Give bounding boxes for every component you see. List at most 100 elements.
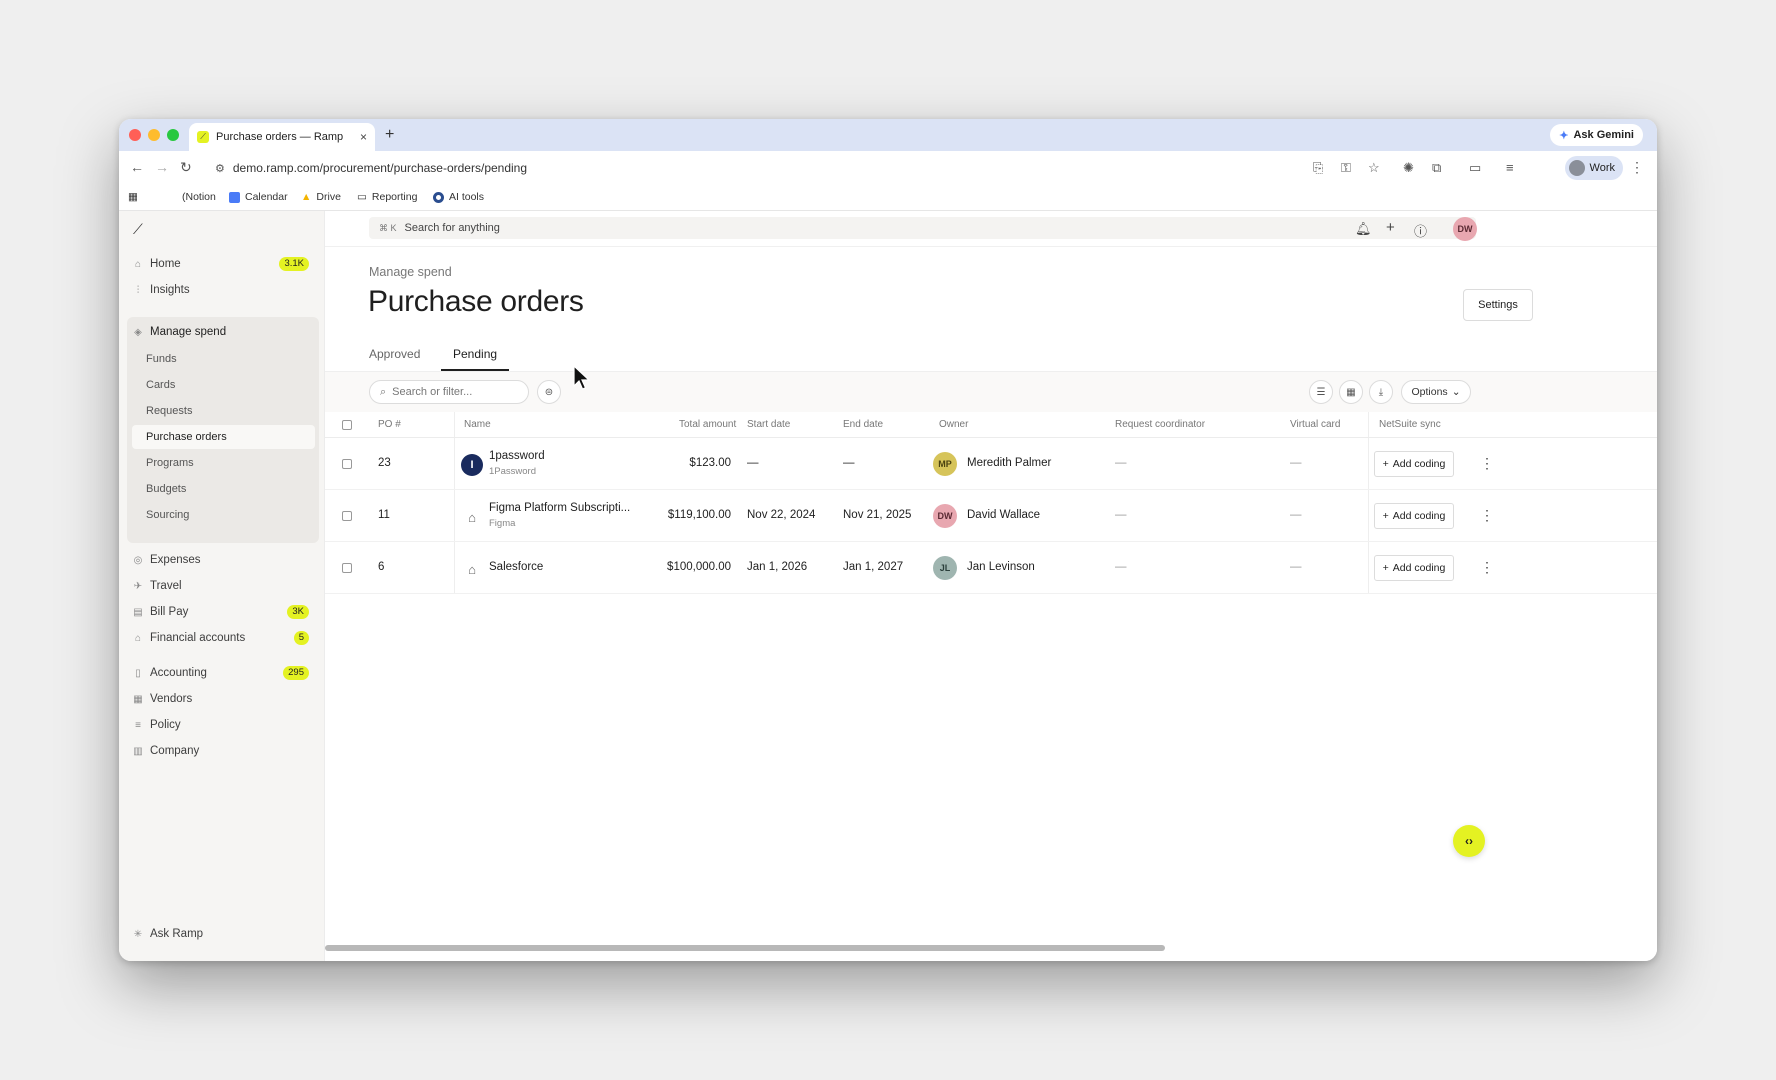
tab-close-icon[interactable]: × xyxy=(360,130,367,144)
columns-icon[interactable]: ▦ xyxy=(1339,380,1363,404)
bookmark-notion[interactable]: (Notion xyxy=(182,191,216,203)
bookmark-reporting[interactable]: ▭ Reporting xyxy=(357,191,417,203)
table-row[interactable]: 6 ⌂ Salesforce $100,000.00 Jan 1, 2026 J… xyxy=(325,542,1657,594)
extension-gear-icon[interactable]: ✺ xyxy=(1403,160,1414,176)
row-checkbox[interactable] xyxy=(342,511,352,521)
close-window-button[interactable] xyxy=(129,129,141,141)
row-checkbox[interactable] xyxy=(342,563,352,573)
sidebar-item-ask-ramp[interactable]: ✳ Ask Ramp xyxy=(129,921,319,947)
sidebar-item-cards[interactable]: Cards xyxy=(129,373,319,397)
column-header-virtual-card[interactable]: Virtual card xyxy=(1290,419,1340,430)
search-shortcut: ⌘ K xyxy=(379,222,397,233)
sidebar-item-manage-spend[interactable]: ◈ Manage spend xyxy=(129,319,319,345)
sidebar-item-funds[interactable]: Funds xyxy=(129,347,319,371)
profile-button[interactable]: Work xyxy=(1564,156,1623,180)
sidebar-item-company[interactable]: ▥ Company xyxy=(129,738,319,764)
options-button[interactable]: Options ⌄ xyxy=(1401,380,1471,404)
po-name: Figma Platform Subscripti... xyxy=(489,502,631,514)
ramp-logo-icon[interactable]: ⟋ xyxy=(133,221,143,238)
add-coding-button[interactable]: + Add coding xyxy=(1374,555,1454,581)
sidebar-item-travel[interactable]: ✈ Travel xyxy=(129,573,319,599)
column-header-po[interactable]: PO # xyxy=(378,419,401,430)
media-controls-icon[interactable]: ≡ xyxy=(1506,160,1514,175)
sidebar-item-financial-accounts[interactable]: ⌂ Financial accounts 5 xyxy=(129,625,319,651)
virtual-card: — xyxy=(1290,457,1302,469)
sidebar-item-home[interactable]: ⌂ Home 3.1K xyxy=(129,251,319,277)
ask-gemini-button[interactable]: ✦ Ask Gemini xyxy=(1550,124,1643,146)
apps-grid-icon[interactable]: ▦ xyxy=(128,191,138,203)
column-header-owner[interactable]: Owner xyxy=(939,419,968,430)
add-coding-button[interactable]: + Add coding xyxy=(1374,451,1454,477)
plus-icon[interactable]: + xyxy=(1386,219,1395,236)
search-filter-input[interactable]: ⌕ Search or filter... xyxy=(369,380,529,404)
global-search-input[interactable]: ⌘ K Search for anything xyxy=(369,217,1476,239)
bookmark-star-icon[interactable]: ☆ xyxy=(1368,160,1380,176)
minimize-window-button[interactable] xyxy=(148,129,160,141)
row-menu-icon[interactable]: ⋮ xyxy=(1480,507,1494,524)
code-toggle-button[interactable]: ‹› xyxy=(1453,825,1485,857)
extensions-puzzle-icon[interactable]: ⧉ xyxy=(1432,160,1441,176)
settings-button[interactable]: Settings xyxy=(1463,289,1533,321)
tab-approved[interactable]: Approved xyxy=(369,347,420,361)
table-row[interactable]: 11 ⌂ Figma Platform Subscripti... Figma … xyxy=(325,490,1657,542)
horizontal-scrollbar[interactable] xyxy=(325,945,1165,951)
profile-avatar xyxy=(1568,160,1585,176)
table-row[interactable]: 23 I 1password 1Password $123.00 — — MP … xyxy=(325,438,1657,490)
plus-icon: + xyxy=(1382,510,1389,522)
row-menu-icon[interactable]: ⋮ xyxy=(1480,559,1494,576)
new-tab-button[interactable]: + xyxy=(385,126,394,144)
sidebar-item-expenses[interactable]: ◎ Expenses xyxy=(129,547,319,573)
reload-icon[interactable]: ↻ xyxy=(180,159,192,176)
calendar-icon xyxy=(229,191,240,203)
row-checkbox[interactable] xyxy=(342,459,352,469)
browser-menu-icon[interactable]: ⋮ xyxy=(1630,159,1644,176)
help-icon[interactable]: ⓘ xyxy=(1414,221,1427,240)
browser-tab[interactable]: ⟋ Purchase orders — Ramp × xyxy=(189,123,375,151)
search-placeholder: Search for anything xyxy=(404,222,500,234)
tab-pending[interactable]: Pending xyxy=(453,347,497,361)
bookmark-ai-tools[interactable]: AI tools xyxy=(433,191,484,203)
site-settings-icon[interactable]: ⚙ xyxy=(215,162,225,175)
bell-icon[interactable]: 🔔︎ xyxy=(1355,221,1372,237)
sidebar-item-budgets[interactable]: Budgets xyxy=(129,477,319,501)
column-header-end-date[interactable]: End date xyxy=(843,419,883,430)
browser-toolbar: ← → ↻ ⚙ demo.ramp.com/procurement/purcha… xyxy=(119,151,1657,185)
saved-filters-icon[interactable]: ⊜ xyxy=(537,380,561,404)
breadcrumb[interactable]: Manage spend xyxy=(369,265,452,279)
sidebar-item-insights[interactable]: ⫶ Insights xyxy=(129,277,319,303)
back-arrow-icon[interactable]: ← xyxy=(130,159,144,175)
column-header-total-amount[interactable]: Total amount xyxy=(679,419,736,430)
receipt-icon: ◎ xyxy=(133,554,143,566)
sidebar-item-requests[interactable]: Requests xyxy=(129,399,319,423)
browser-window: ⟋ Purchase orders — Ramp × + ✦ Ask Gemin… xyxy=(119,119,1657,961)
density-icon[interactable]: ☰ xyxy=(1309,380,1333,404)
maximize-window-button[interactable] xyxy=(167,129,179,141)
select-all-checkbox[interactable] xyxy=(342,420,352,430)
bookmarks-bar: ▦ (Notion Calendar ▲ Drive ▭ Reporting AI … xyxy=(119,185,1657,211)
address-bar[interactable]: ⚙ demo.ramp.com/procurement/purchase-ord… xyxy=(215,155,1505,181)
download-icon[interactable]: ⤓ xyxy=(1369,380,1393,404)
add-coding-label: Add coding xyxy=(1392,458,1446,470)
bookmark-calendar[interactable]: Calendar xyxy=(229,191,288,203)
sidebar-item-bill-pay[interactable]: ▤ Bill Pay 3K xyxy=(129,599,319,625)
column-header-name[interactable]: Name xyxy=(464,419,491,430)
sidebar-item-vendors[interactable]: ▦ Vendors xyxy=(129,686,319,712)
sidebar-item-accounting[interactable]: ▯ Accounting 295 xyxy=(129,660,319,686)
forward-arrow-icon[interactable]: → xyxy=(155,159,169,175)
end-date: Jan 1, 2027 xyxy=(843,561,904,573)
avatar[interactable]: DW xyxy=(1453,217,1477,241)
tab-strip: ⟋ Purchase orders — Ramp × + ✦ Ask Gemin… xyxy=(119,119,1657,151)
sidebar-item-purchase-orders[interactable]: Purchase orders xyxy=(132,425,315,449)
bookmark-drive[interactable]: ▲ Drive xyxy=(301,191,341,203)
add-coding-button[interactable]: + Add coding xyxy=(1374,503,1454,529)
column-header-request-coordinator[interactable]: Request coordinator xyxy=(1115,419,1205,430)
password-key-icon[interactable]: ⚿ xyxy=(1341,160,1351,176)
install-app-icon[interactable]: ⎘ xyxy=(1313,160,1323,176)
row-menu-icon[interactable]: ⋮ xyxy=(1480,455,1494,472)
reading-list-icon[interactable]: ▭ xyxy=(1469,160,1481,176)
sidebar-item-sourcing[interactable]: Sourcing xyxy=(129,503,319,527)
column-header-start-date[interactable]: Start date xyxy=(747,419,790,430)
sidebar-item-programs[interactable]: Programs xyxy=(129,451,319,475)
column-header-netsuite-sync[interactable]: NetSuite sync xyxy=(1379,419,1441,430)
sidebar-item-policy[interactable]: ≡ Policy xyxy=(129,712,319,738)
